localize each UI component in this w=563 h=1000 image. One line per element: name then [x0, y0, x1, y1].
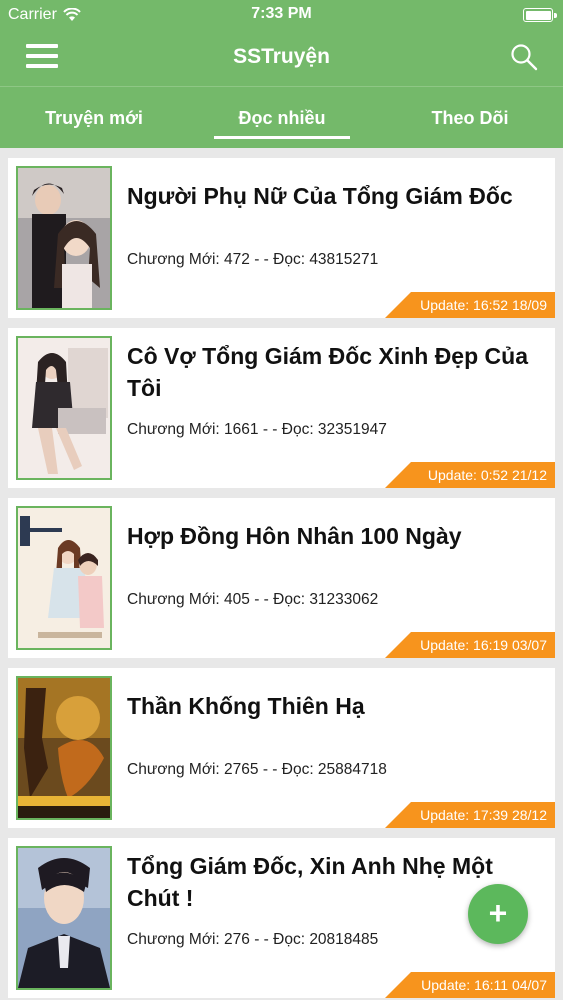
tab-truyen-moi[interactable]: Truyện mới	[0, 87, 188, 149]
story-meta: Chương Mới: 2765 - - Đọc: 25884718	[127, 761, 387, 778]
update-badge: Update: 16:11 04/07	[385, 972, 555, 998]
update-badge: Update: 16:52 18/09	[385, 292, 555, 318]
story-cover	[16, 336, 112, 480]
battery-icon	[523, 8, 557, 22]
search-icon[interactable]	[509, 42, 539, 72]
update-badge: Update: 16:19 03/07	[385, 632, 555, 658]
story-meta: Chương Mới: 472 - - Đọc: 43815271	[127, 251, 379, 268]
story-card[interactable]: Hợp Đồng Hôn Nhân 100 Ngày Chương Mới: 4…	[8, 498, 555, 658]
story-title: Thần Khống Thiên Hạ	[127, 693, 365, 719]
story-cover	[16, 166, 112, 310]
story-cover	[16, 846, 112, 990]
story-title: Cô Vợ Tổng Giám Đốc Xinh Đẹp Của Tôi	[127, 343, 528, 401]
story-title: Hợp Đồng Hôn Nhân 100 Ngày	[127, 523, 462, 549]
status-time: 7:33 PM	[251, 5, 312, 22]
tab-bar: Truyện mới Đọc nhiều Theo Dõi	[0, 86, 563, 148]
app-bar: SSTruyện	[0, 30, 563, 86]
story-card[interactable]: Cô Vợ Tổng Giám Đốc Xinh Đẹp Của Tôi Chư…	[8, 328, 555, 488]
tab-doc-nhieu[interactable]: Đọc nhiều	[188, 87, 376, 149]
story-cover	[16, 676, 112, 820]
status-bar: Carrier 7:33 PM	[0, 0, 563, 30]
tab-theo-doi[interactable]: Theo Dõi	[376, 87, 563, 149]
story-meta: Chương Mới: 405 - - Đọc: 31233062	[127, 591, 379, 608]
story-meta: Chương Mới: 1661 - - Đọc: 32351947	[127, 421, 387, 438]
story-cover	[16, 506, 112, 650]
story-list: Người Phụ Nữ Của Tổng Giám Đốc Chương Mớ…	[0, 148, 563, 1000]
add-icon[interactable]: +	[468, 884, 528, 944]
update-badge: Update: 17:39 28/12	[385, 802, 555, 828]
update-badge: Update: 0:52 21/12	[385, 462, 555, 488]
app-title: SSTruyện	[233, 45, 330, 68]
story-card[interactable]: Người Phụ Nữ Của Tổng Giám Đốc Chương Mớ…	[8, 158, 555, 318]
story-title: Người Phụ Nữ Của Tổng Giám Đốc	[127, 183, 513, 209]
story-card[interactable]: Thần Khống Thiên Hạ Chương Mới: 2765 - -…	[8, 668, 555, 828]
story-meta: Chương Mới: 276 - - Đọc: 20818485	[127, 931, 379, 948]
